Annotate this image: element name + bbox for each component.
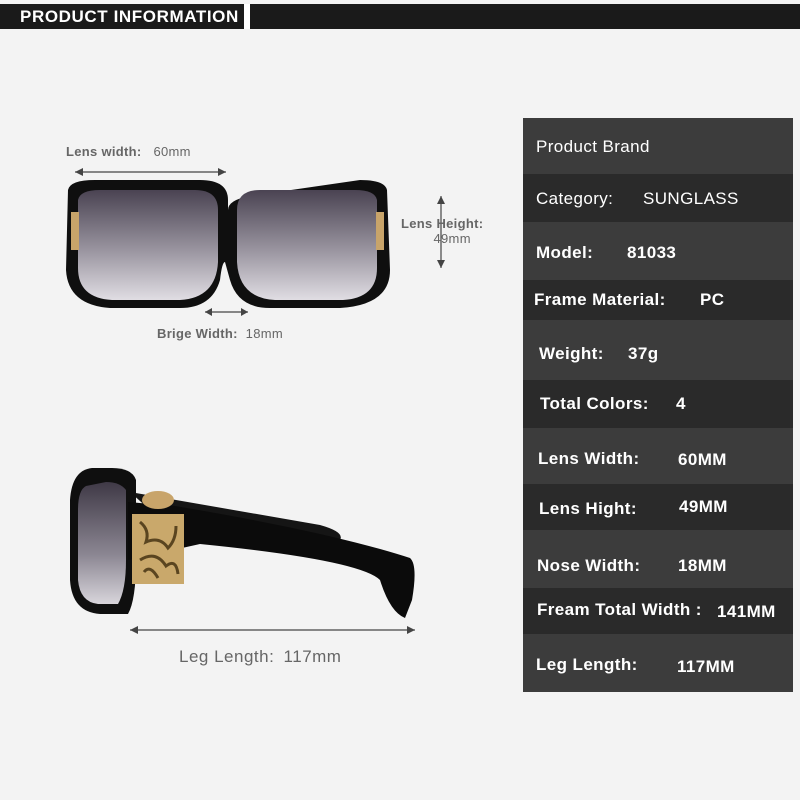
spec-value: 4 [676, 394, 686, 413]
spec-row-frame-total-width: Fream Total Width : 141MM [523, 588, 793, 634]
bridge-width-value: 18mm [245, 326, 283, 341]
spec-row-leg-length: Leg Length: 117MM [523, 634, 793, 692]
spec-label: Frame Material: [534, 290, 666, 309]
spec-row-model: Model: 81033 [523, 222, 793, 280]
sunglasses-front-illustration [66, 168, 445, 316]
sunglasses-side-illustration [70, 468, 415, 634]
spec-value: 18MM [678, 556, 727, 575]
side-lens-shape [78, 482, 126, 604]
spec-row-weight: Weight: 37g [523, 320, 793, 380]
spec-label: Category: [536, 189, 614, 208]
spec-label: Model: [536, 243, 594, 262]
spec-label: Nose Width: [537, 556, 641, 575]
spec-value: 60MM [678, 450, 727, 469]
spec-row-total-colors: Total Colors: 4 [523, 380, 793, 428]
spec-row-frame-material: Frame Material: PC [523, 280, 793, 320]
spec-row-lens-width: Lens Width: 60MM [523, 428, 793, 484]
lens-height-value: 49mm [433, 231, 471, 246]
spec-label: Lens Hight: [539, 499, 637, 518]
spec-value: 117MM [677, 657, 735, 676]
spec-row-brand: Product Brand [523, 118, 793, 174]
spec-value: 81033 [627, 243, 677, 262]
ornament-shape [132, 514, 184, 584]
spec-brand-label: Product Brand [536, 137, 650, 156]
spec-value: 141MM [717, 602, 776, 621]
right-hinge-shape [376, 212, 384, 250]
spec-value: PC [700, 290, 725, 309]
spec-label: Lens Width: [538, 449, 640, 468]
left-lens-shape [78, 190, 218, 300]
leg-length-value: 117mm [283, 647, 342, 666]
lens-width-label: Lens width: [66, 144, 142, 159]
spec-table: Product Brand Category: SUNGLASS Model: … [523, 118, 793, 692]
spec-row-category: Category: SUNGLASS [523, 174, 793, 222]
spec-label: Total Colors: [540, 394, 649, 413]
lens-height-annotation: Lens Height: 49mm [401, 216, 483, 246]
right-lens-shape [237, 190, 377, 300]
spec-row-nose-width: Nose Width: 18MM [523, 530, 793, 588]
spec-label: Fream Total Width : [537, 600, 702, 619]
leg-length-label: Leg Length: [179, 647, 275, 666]
spec-label: Leg Length: [536, 655, 638, 674]
lens-width-value: 60mm [153, 144, 191, 159]
bridge-width-annotation: Brige Width: 18mm [157, 326, 283, 341]
lens-width-annotation: Lens width: 60mm [66, 144, 191, 159]
lens-height-label: Lens Height: [401, 216, 484, 231]
spec-row-lens-height: Lens Hight: 49MM [523, 484, 793, 530]
left-hinge-shape [71, 212, 79, 250]
bridge-width-label: Brige Width: [157, 326, 238, 341]
spec-value: 37g [628, 344, 659, 363]
leg-length-annotation: Leg Length: 117mm [179, 647, 341, 667]
spec-value: 49MM [679, 497, 728, 516]
spec-value: SUNGLASS [643, 189, 739, 208]
spec-label: Weight: [539, 344, 604, 363]
